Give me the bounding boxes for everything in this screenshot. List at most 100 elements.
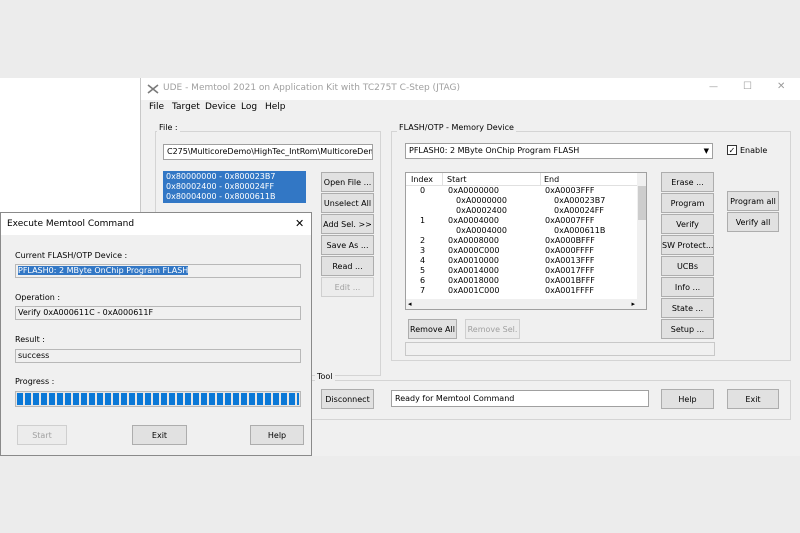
dialog-close-icon[interactable]: ✕ [295,217,304,230]
table-row[interactable]: 3 0xA000C000 0xA000FFFF [406,246,638,256]
cell-start: 0xA0000000 [456,196,507,205]
tool-status-field: Ready for Memtool Command [391,390,649,407]
erase-button[interactable]: Erase ... [661,172,714,192]
read-button[interactable]: Read ... [321,256,374,276]
help-button[interactable]: Help [661,389,714,409]
cell-index: 6 [420,276,426,285]
cell-index: 4 [420,256,426,265]
cell-start: 0xA0004000 [456,226,507,235]
progress-label: Progress : [15,377,55,386]
state-button[interactable]: State ... [661,298,714,318]
list-item[interactable]: 0x80002400 - 0x800024FF [166,182,274,191]
dialog-help-button[interactable]: Help [250,425,304,445]
operation-label: Operation : [15,293,61,302]
table-row[interactable]: 5 0xA0014000 0xA0017FFF [406,266,638,276]
window-title: UDE - Memtool 2021 on Application Kit wi… [163,83,460,93]
vertical-scrollbar[interactable] [637,173,646,309]
list-item[interactable]: 0x80004000 - 0x8000611B [166,192,275,201]
remove-selected-button[interactable]: Remove Sel. [465,319,520,339]
sector-table[interactable]: Index Start End 0 0xA0000000 0xA0003FFF 0xA… [405,172,647,310]
dialog-title: Execute Memtool Command [7,219,135,229]
start-button[interactable]: Start [17,425,67,445]
cell-start: 0xA0004000 [448,216,499,225]
device-select-value: PFLASH0: 2 MByte OnChip Program FLASH [409,146,580,155]
menu-device[interactable]: Device [205,102,236,112]
column-header-start[interactable]: Start [447,175,467,184]
verify-all-button[interactable]: Verify all [727,212,779,232]
close-icon[interactable]: ✕ [777,81,785,92]
device-value-field[interactable]: PFLASH0: 2 MByte OnChip Program FLASH [15,264,301,278]
edit-button[interactable]: Edit ... [321,277,374,297]
tool-group-label: Tool [315,372,335,381]
list-item[interactable]: 0x80000000 - 0x800023B7 [166,172,275,181]
ucbs-button[interactable]: UCBs [661,256,714,276]
device-value: PFLASH0: 2 MByte OnChip Program FLASH [18,266,189,275]
table-row[interactable]: 0xA0004000 0xA000611B [406,226,638,236]
status-field [405,342,715,356]
chevron-down-icon: ▼ [703,147,709,155]
cell-start: 0xA001C000 [448,286,500,295]
exit-button[interactable]: Exit [727,389,779,409]
cell-index: 0 [420,186,426,195]
execute-memtool-dialog: Execute Memtool Command ✕ Current FLASH/… [0,212,312,456]
column-header-index[interactable]: Index [411,175,433,184]
column-header-end[interactable]: End [544,175,559,184]
operation-field[interactable]: Verify 0xA000611C - 0xA000611F [15,306,301,320]
table-row[interactable]: 1 0xA0004000 0xA0007FFF [406,216,638,226]
minimize-icon[interactable]: — [709,82,718,92]
horizontal-scrollbar[interactable]: ◂ ▸ [406,299,637,309]
cell-index: 3 [420,246,426,255]
table-row[interactable]: 0xA0002400 0xA00024FF [406,206,638,216]
open-file-button[interactable]: Open File ... [321,172,374,192]
table-row[interactable]: 4 0xA0010000 0xA0013FFF [406,256,638,266]
cell-start: 0xA0018000 [448,276,499,285]
cell-end: 0xA0013FFF [545,256,595,265]
cell-end: 0xA000FFFF [545,246,594,255]
disconnect-button[interactable]: Disconnect [321,389,374,409]
unselect-all-button[interactable]: Unselect All [321,193,374,213]
menu-target[interactable]: Target [172,102,200,112]
table-row[interactable]: 7 0xA001C000 0xA001FFFF [406,286,638,296]
maximize-icon[interactable]: ☐ [743,81,752,92]
cell-index: 2 [420,236,426,245]
device-label: Current FLASH/OTP Device : [15,251,128,260]
cell-end: 0xA000611B [554,226,606,235]
cell-end: 0xA0003FFF [545,186,595,195]
program-all-button[interactable]: Program all [727,191,779,211]
verify-button[interactable]: Verify [661,214,714,234]
result-field[interactable]: success [15,349,301,363]
table-body: 0 0xA0000000 0xA0003FFF 0xA0000000 0xA00023B… [406,186,638,296]
progress-bar [15,391,301,407]
table-row[interactable]: 6 0xA0018000 0xA001BFFF [406,276,638,286]
cell-end: 0xA0017FFF [545,266,595,275]
table-row[interactable]: 2 0xA0008000 0xA000BFFF [406,236,638,246]
cell-end: 0xA001BFFF [545,276,595,285]
cell-start: 0xA0014000 [448,266,499,275]
cell-end: 0xA00024FF [554,206,604,215]
table-row[interactable]: 0 0xA0000000 0xA0003FFF [406,186,638,196]
menu-log[interactable]: Log [241,102,257,112]
file-path-field[interactable]: C275\MulticoreDemo\HighTec_IntRom\Multic… [163,144,373,160]
program-button[interactable]: Program [661,193,714,213]
app-icon [147,83,159,95]
cell-index: 7 [420,286,426,295]
dialog-exit-button[interactable]: Exit [132,425,187,445]
cell-end: 0xA0007FFF [545,216,595,225]
checkmark-icon: ✓ [728,146,736,155]
remove-all-button[interactable]: Remove All [408,319,457,339]
menu-help[interactable]: Help [265,102,286,112]
file-range-list[interactable]: 0x80000000 - 0x800023B7 0x80002400 - 0x8… [163,171,306,203]
cell-end: 0xA001FFFF [545,286,594,295]
menu-file[interactable]: File [149,102,164,112]
setup-button[interactable]: Setup ... [661,319,714,339]
sw-protect-button[interactable]: SW Protect... [661,235,714,255]
result-label: Result : [15,335,45,344]
info-button[interactable]: Info ... [661,277,714,297]
device-select[interactable]: PFLASH0: 2 MByte OnChip Program FLASH ▼ [405,143,713,159]
table-row[interactable]: 0xA0000000 0xA00023B7 [406,196,638,206]
progress-fill [17,393,299,405]
enable-checkbox[interactable]: ✓ [727,145,737,155]
add-selection-button[interactable]: Add Sel. >> [321,214,374,234]
save-as-button[interactable]: Save As ... [321,235,374,255]
scroll-thumb[interactable] [638,186,646,220]
